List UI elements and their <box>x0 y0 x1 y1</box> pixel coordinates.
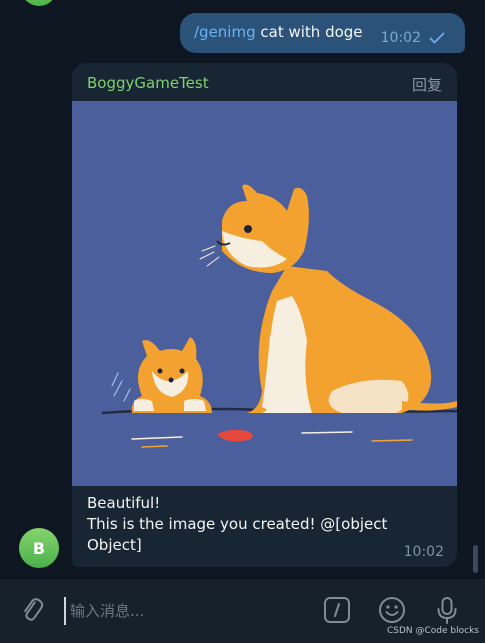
watermark: CSDN @Code blocks <box>387 626 479 636</box>
caption-line: This is the image you created! @[object … <box>87 515 388 554</box>
chat-area[interactable]: /genimg cat with doge 10:02 BoggyGameTes… <box>0 0 485 578</box>
emoji-icon[interactable] <box>376 594 408 626</box>
message-composer: CSDN @Code blocks <box>0 578 485 643</box>
scrollbar[interactable] <box>473 0 478 578</box>
incoming-message[interactable]: BoggyGameTest 回复 Beautiful! This is the … <box>72 63 457 567</box>
scrollbar-thumb[interactable] <box>473 545 478 573</box>
generated-image[interactable] <box>72 101 457 486</box>
bot-avatar[interactable]: B <box>19 528 59 568</box>
message-text: cat with doge <box>255 23 363 41</box>
check-icon <box>429 32 445 44</box>
avatar[interactable] <box>21 0 57 6</box>
paperclip-icon[interactable] <box>16 594 48 626</box>
microphone-icon[interactable] <box>431 594 463 626</box>
caption-line: Beautiful! <box>87 494 161 512</box>
message-caption: Beautiful! This is the image you created… <box>87 493 407 556</box>
message-time: 10:02 <box>380 30 421 46</box>
bot-commands-icon[interactable] <box>321 594 353 626</box>
message-time: 10:02 <box>403 544 444 560</box>
message-input[interactable] <box>64 597 304 625</box>
command-link[interactable]: /genimg <box>194 23 256 41</box>
cat-with-doge-illustration <box>72 101 457 486</box>
message-meta: 10:02 <box>381 30 445 46</box>
reply-button[interactable]: 回复 <box>412 74 442 95</box>
outgoing-message[interactable]: /genimg cat with doge 10:02 <box>180 13 465 53</box>
sender-name[interactable]: BoggyGameTest <box>87 74 209 92</box>
